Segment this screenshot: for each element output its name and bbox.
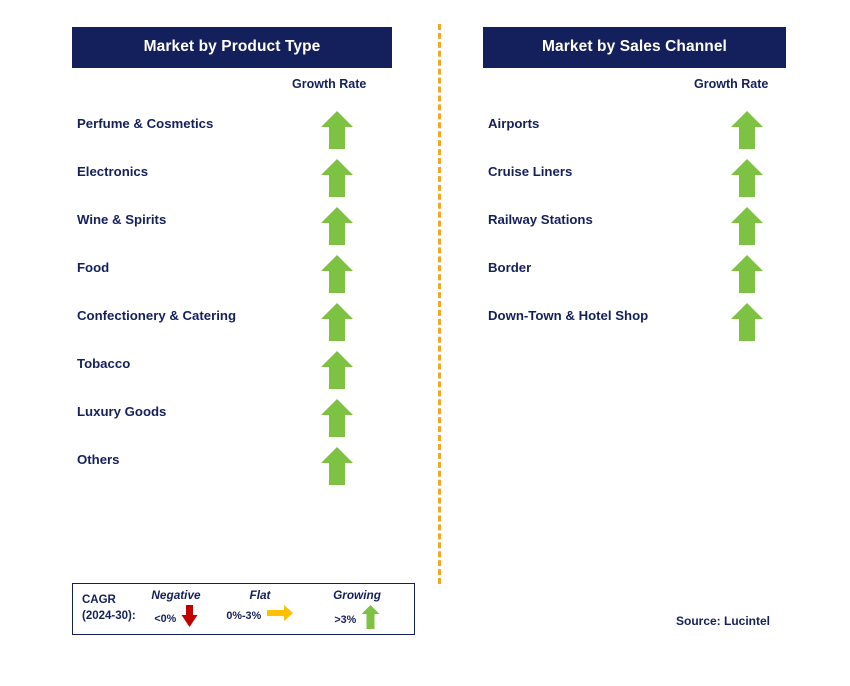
legend-item-negative: Negative <0% <box>139 588 213 633</box>
arrow-up-icon <box>731 303 763 341</box>
growth-indicator-cell <box>320 350 354 390</box>
legend-item-flat: Flat 0%-3% <box>221 588 299 627</box>
growth-indicator-cell <box>730 254 764 294</box>
table-row: Border <box>483 254 786 302</box>
table-row: Down-Town & Hotel Shop <box>483 302 786 350</box>
arrow-up-icon <box>731 255 763 293</box>
arrow-right-icon <box>266 604 294 627</box>
row-label: Border <box>488 260 532 275</box>
row-label: Wine & Spirits <box>77 212 167 227</box>
row-label: Down-Town & Hotel Shop <box>488 308 649 323</box>
legend-cagr-line2: (2024-30): <box>82 610 136 622</box>
table-row: Railway Stations <box>483 206 786 254</box>
arrow-up-icon <box>321 255 353 293</box>
growth-indicator-cell <box>320 254 354 294</box>
arrow-up-icon <box>321 207 353 245</box>
row-label: Confectionery & Catering <box>77 308 237 323</box>
table-row: Perfume & Cosmetics <box>72 110 392 158</box>
arrow-up-icon <box>361 604 380 635</box>
legend-item-detail: <0% <box>139 604 213 633</box>
row-label: Perfume & Cosmetics <box>77 116 214 131</box>
legend-item-detail: >3% <box>307 604 407 635</box>
growth-rate-header: Growth Rate <box>292 77 367 91</box>
arrow-up-icon <box>731 207 763 245</box>
legend-cagr-line1: CAGR <box>82 594 116 606</box>
rows-container: Airports Cruise Liners Railway Stations <box>483 110 786 350</box>
row-label: Electronics <box>77 164 149 179</box>
legend-item-range: >3% <box>334 613 357 626</box>
arrow-up-icon <box>731 111 763 149</box>
panel-divider <box>438 24 441 584</box>
table-row: Food <box>72 254 392 302</box>
rows-container: Perfume & Cosmetics Electronics Wine & S… <box>72 110 392 494</box>
legend-item-range: <0% <box>154 612 177 625</box>
arrow-up-icon <box>321 447 353 485</box>
source-label: Source: Lucintel <box>676 614 771 628</box>
arrow-up-icon <box>321 351 353 389</box>
arrow-down-icon <box>181 604 198 633</box>
growth-indicator-cell <box>320 206 354 246</box>
row-label: Railway Stations <box>488 212 593 227</box>
table-row: Confectionery & Catering <box>72 302 392 350</box>
legend-item-title: Negative <box>151 588 201 602</box>
arrow-up-icon <box>321 159 353 197</box>
growth-indicator-cell <box>730 158 764 198</box>
arrow-up-icon <box>321 399 353 437</box>
arrow-up-icon <box>321 303 353 341</box>
panel-market-by-product-type: Market by Product Type Perfume & Cosmeti… <box>72 0 392 485</box>
growth-indicator-cell <box>320 398 354 438</box>
row-label: Food <box>77 260 110 275</box>
growth-indicator-cell <box>320 302 354 342</box>
growth-indicator-cell <box>320 110 354 150</box>
row-label: Tobacco <box>77 356 131 371</box>
growth-indicator-cell <box>320 158 354 198</box>
legend-item-title: Flat <box>249 588 271 602</box>
panel-market-by-sales-channel: Market by Sales Channel Airports Cruise … <box>483 0 786 341</box>
row-label: Cruise Liners <box>488 164 573 179</box>
table-row: Wine & Spirits <box>72 206 392 254</box>
table-row: Tobacco <box>72 350 392 398</box>
row-label: Airports <box>488 116 540 131</box>
panel-title: Market by Product Type <box>72 27 392 68</box>
growth-indicator-cell <box>730 206 764 246</box>
row-label: Luxury Goods <box>77 404 167 419</box>
legend-item-growing: Growing >3% <box>307 588 407 635</box>
panel-title: Market by Sales Channel <box>483 27 786 68</box>
legend-item-detail: 0%-3% <box>221 604 299 627</box>
table-row: Electronics <box>72 158 392 206</box>
growth-indicator-cell <box>320 446 354 486</box>
table-row: Airports <box>483 110 786 158</box>
growth-indicator-cell <box>730 110 764 150</box>
legend-cagr-label: CAGR (2024-30): <box>82 592 136 624</box>
legend: CAGR (2024-30): Negative <0% Flat 0%-3% … <box>72 583 415 635</box>
row-label: Others <box>77 452 120 467</box>
legend-item-title: Growing <box>333 588 381 602</box>
arrow-up-icon <box>731 159 763 197</box>
growth-rate-header: Growth Rate <box>694 77 769 91</box>
table-row: Cruise Liners <box>483 158 786 206</box>
legend-item-range: 0%-3% <box>226 609 262 622</box>
table-row: Luxury Goods <box>72 398 392 446</box>
table-row: Others <box>72 446 392 494</box>
growth-indicator-cell <box>730 302 764 342</box>
arrow-up-icon <box>321 111 353 149</box>
